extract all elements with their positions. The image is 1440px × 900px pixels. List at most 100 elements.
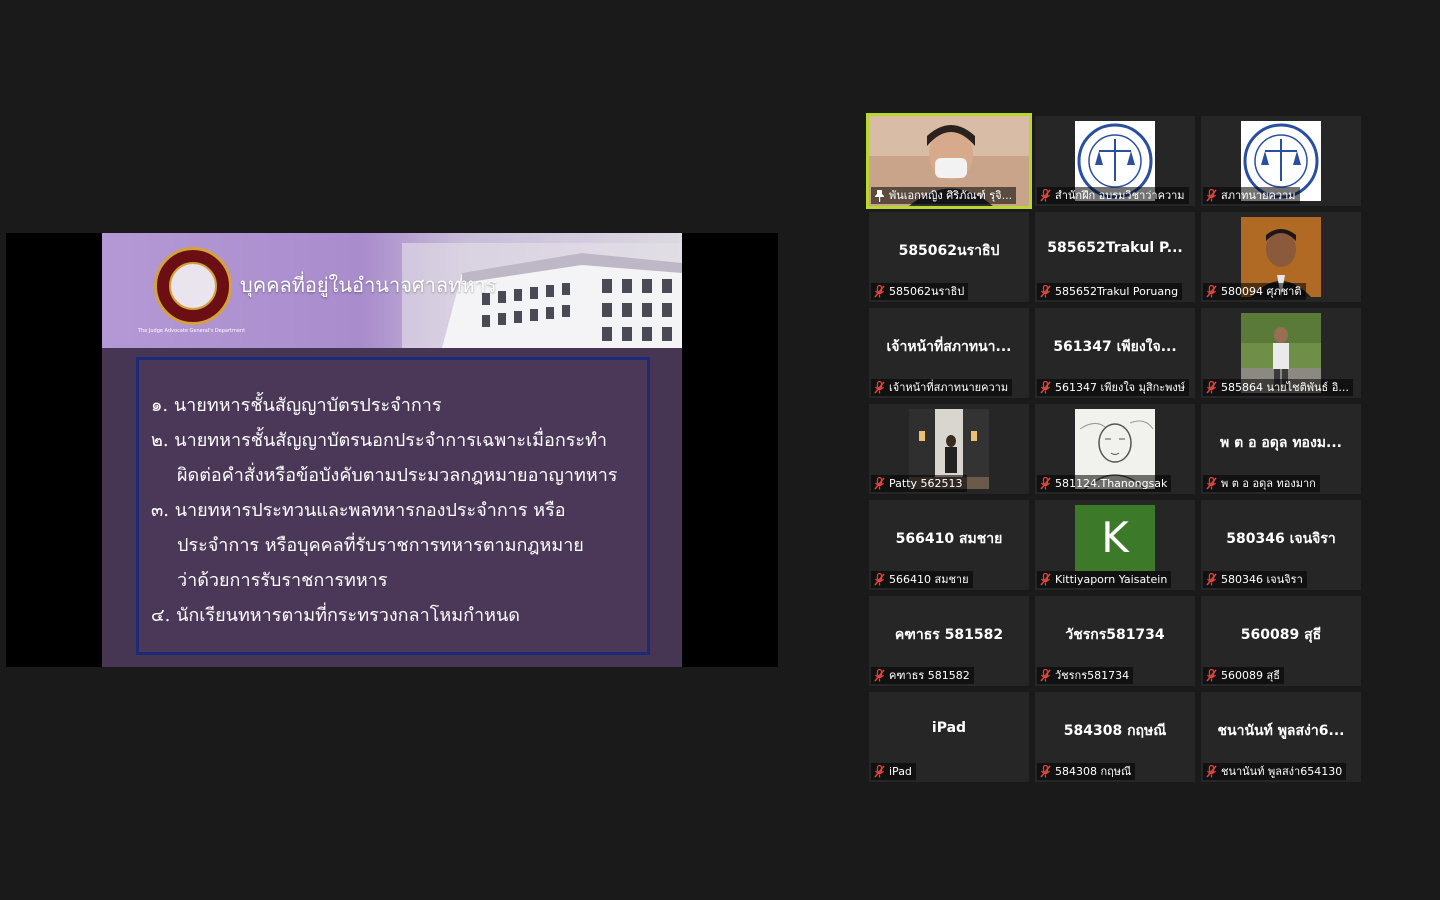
- participant-display-name: ชนานันท์ พูลสง่า6...: [1217, 723, 1345, 739]
- participant-tile[interactable]: 560089 สุธี 560089 สุธี: [1201, 596, 1361, 686]
- muted-mic-icon: [874, 381, 885, 394]
- participant-tile[interactable]: สำนักฝึก อบรมวิชาว่าความ: [1035, 116, 1195, 206]
- muted-mic-icon: [1206, 285, 1217, 298]
- participant-name-label: ชนานันท์ พูลสง่า654130: [1203, 763, 1347, 780]
- participant-name: เจ้าหน้าที่สภาทนายความ: [889, 381, 1009, 394]
- participant-tile[interactable]: Patty 562513: [869, 404, 1029, 494]
- participant-name: สภาทนายความ: [1221, 189, 1296, 202]
- participant-tile[interactable]: เจ้าหน้าที่สภาทนา... เจ้าหน้าที่สภาทนายค…: [869, 308, 1029, 398]
- participant-display-name: 580346 เจนจิรา: [1226, 531, 1336, 547]
- participant-name: พันเอกหญิง ศิริภัณฑ์ รุจิ...: [889, 189, 1013, 202]
- jag-seal-logo: [154, 247, 232, 325]
- participant-name-label: 580094 ศุภชาติ: [1203, 283, 1306, 300]
- muted-mic-icon: [1040, 765, 1051, 778]
- slide-subtitle: The Judge Advocate General's Department: [138, 328, 246, 334]
- muted-mic-icon: [1206, 669, 1217, 682]
- participant-tile[interactable]: คฑาธร 581582 คฑาธร 581582: [869, 596, 1029, 686]
- participant-display-name: 561347 เพียงใจ...: [1053, 339, 1177, 355]
- participant-tile[interactable]: 561347 เพียงใจ... 561347 เพียงใจ มุสิกะพ…: [1035, 308, 1195, 398]
- participant-tile[interactable]: 580346 เจนจิรา 580346 เจนจิรา: [1201, 500, 1361, 590]
- muted-mic-icon: [874, 573, 885, 586]
- muted-mic-icon: [874, 285, 885, 298]
- participant-tile[interactable]: สภาทนายความ: [1201, 116, 1361, 206]
- participant-name: 561347 เพียงใจ มุสิกะพงษ์: [1055, 381, 1186, 394]
- pin-icon: [875, 190, 884, 202]
- slide-content-box: ๑. นายทหารชั้นสัญญาบัตรประจำการ ๒. นายทห…: [136, 357, 650, 655]
- participant-tile[interactable]: 585652Trakul P... 585652Trakul Poruang: [1035, 212, 1195, 302]
- muted-mic-icon: [1040, 669, 1051, 682]
- slide-line: ๓. นายทหารประทวนและพลทหารกองประจำการ หรื…: [151, 500, 566, 521]
- participant-name: สำนักฝึก อบรมวิชาว่าความ: [1055, 189, 1185, 202]
- participant-display-name: พ ต อ อดุล ทองม...: [1220, 435, 1342, 451]
- participant-name-label: 566410 สมชาย: [871, 571, 973, 588]
- participant-name: 585652Trakul Poruang: [1055, 285, 1179, 298]
- participant-tile[interactable]: พ ต อ อดุล ทองม... พ ต อ อดุล ทองมาก: [1201, 404, 1361, 494]
- participant-display-name: 585652Trakul P...: [1047, 240, 1183, 256]
- muted-mic-icon: [1040, 573, 1051, 586]
- participant-name: Patty 562513: [889, 477, 963, 490]
- slide-line: ผิดต่อคำสั่งหรือข้อบังคับตามประมวลกฎหมาย…: [177, 465, 618, 486]
- participant-name-label: 561347 เพียงใจ มุสิกะพงษ์: [1037, 379, 1190, 396]
- participant-name: คฑาธร 581582: [889, 669, 970, 682]
- avatar: K: [1075, 505, 1155, 571]
- participant-name-label: 585864 นายไชติพันธ์ อิ...: [1203, 379, 1353, 396]
- muted-mic-icon: [1206, 189, 1217, 202]
- muted-mic-icon: [874, 477, 885, 490]
- shared-screen: บุคคลที่อยู่ในอำนาจศาลทหาร The Judge Adv…: [6, 233, 778, 667]
- participant-tile[interactable]: 566410 สมชาย 566410 สมชาย: [869, 500, 1029, 590]
- participant-name: 584308 กฤษณี: [1055, 765, 1132, 778]
- participant-name-label: 580346 เจนจิรา: [1203, 571, 1307, 588]
- participant-name-label: 584308 กฤษณี: [1037, 763, 1136, 780]
- muted-mic-icon: [874, 669, 885, 682]
- participant-tile[interactable]: K Kittiyaporn Yaisatein: [1035, 500, 1195, 590]
- participant-name-label: 585062นราธิป: [871, 283, 969, 300]
- muted-mic-icon: [1206, 477, 1217, 490]
- participant-tile[interactable]: ชนานันท์ พูลสง่า6... ชนานันท์ พูลสง่า654…: [1201, 692, 1361, 782]
- muted-mic-icon: [1206, 381, 1217, 394]
- participant-name-label: 585652Trakul Poruang: [1037, 283, 1183, 300]
- participant-name: 585864 นายไชติพันธ์ อิ...: [1221, 381, 1349, 394]
- participant-tile[interactable]: 580094 ศุภชาติ: [1201, 212, 1361, 302]
- slide-line: ประจำการ หรือบุคคลที่รับราชการทหารตามกฎห…: [177, 535, 584, 556]
- participant-name: Kittiyaporn Yaisatein: [1055, 573, 1168, 586]
- participant-name-label: Kittiyaporn Yaisatein: [1037, 571, 1172, 588]
- participant-display-name: คฑาธร 581582: [894, 627, 1004, 643]
- participant-display-name: iPad: [931, 720, 967, 736]
- participant-name: 580346 เจนจิรา: [1221, 573, 1303, 586]
- participant-name: วัชรกร581734: [1055, 669, 1130, 682]
- muted-mic-icon: [1040, 189, 1051, 202]
- participant-tile[interactable]: วัชรกร581734 วัชรกร581734: [1035, 596, 1195, 686]
- muted-mic-icon: [874, 765, 885, 778]
- slide-line: ๒. นายทหารชั้นสัญญาบัตรนอกประจำการเฉพาะเ…: [151, 430, 608, 451]
- participant-tile[interactable]: 584308 กฤษณี 584308 กฤษณี: [1035, 692, 1195, 782]
- participant-name-label: iPad: [871, 763, 916, 780]
- participant-tile[interactable]: พันเอกหญิง ศิริภัณฑ์ รุจิ...: [866, 113, 1032, 209]
- muted-mic-icon: [1206, 573, 1217, 586]
- muted-mic-icon: [1040, 477, 1051, 490]
- slide-title: บุคคลที่อยู่ในอำนาจศาลทหาร: [240, 273, 497, 297]
- participant-name-label: Patty 562513: [871, 475, 967, 492]
- muted-mic-icon: [1040, 285, 1051, 298]
- participant-tile[interactable]: 585864 นายไชติพันธ์ อิ...: [1201, 308, 1361, 398]
- muted-mic-icon: [1040, 381, 1051, 394]
- participant-name: 560089 สุธี: [1221, 669, 1280, 682]
- participant-tile[interactable]: 581124.Thanongsak: [1035, 404, 1195, 494]
- participant-display-name: วัชรกร581734: [1065, 627, 1165, 643]
- slide-header: บุคคลที่อยู่ในอำนาจศาลทหาร The Judge Adv…: [102, 233, 682, 348]
- participant-tile[interactable]: 585062นราธิป 585062นราธิป: [869, 212, 1029, 302]
- participant-tile[interactable]: iPad iPad: [869, 692, 1029, 782]
- participant-name-label: 581124.Thanongsak: [1037, 475, 1172, 492]
- participant-name-label: คฑาธร 581582: [871, 667, 974, 684]
- muted-mic-icon: [1206, 765, 1217, 778]
- participant-name: 566410 สมชาย: [889, 573, 969, 586]
- slide-line: ๑. นายทหารชั้นสัญญาบัตรประจำการ: [151, 395, 442, 416]
- participant-name-label: 560089 สุธี: [1203, 667, 1284, 684]
- participant-display-name: เจ้าหน้าที่สภาทนา...: [886, 339, 1012, 355]
- participant-name: 580094 ศุภชาติ: [1221, 285, 1302, 298]
- participant-name-label: เจ้าหน้าที่สภาทนายความ: [871, 379, 1013, 396]
- slide-line: ๔. นักเรียนทหารตามที่กระทรวงกลาโหมกำหนด: [151, 605, 520, 626]
- participant-display-name: 566410 สมชาย: [895, 531, 1003, 547]
- participant-name-label: สำนักฝึก อบรมวิชาว่าความ: [1037, 187, 1189, 204]
- participant-name-label: สภาทนายความ: [1203, 187, 1300, 204]
- participant-name-label: วัชรกร581734: [1037, 667, 1134, 684]
